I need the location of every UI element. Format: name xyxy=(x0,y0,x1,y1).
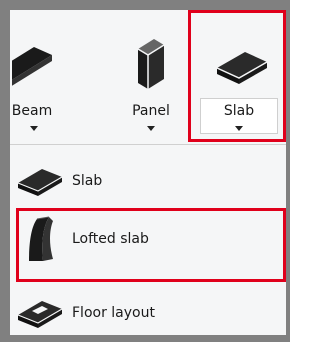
app-frame: Beam Panel Slab Slab Lofted slab Floor l… xyxy=(0,0,290,342)
menu-item-label: Floor layout xyxy=(72,305,155,321)
beam-icon xyxy=(10,30,74,100)
slab-highlight-box xyxy=(188,10,286,142)
lofted-slab-highlight-box xyxy=(16,208,286,282)
menu-item-slab[interactable]: Slab xyxy=(10,154,286,208)
beam-button[interactable]: Beam xyxy=(10,10,74,144)
panel-label: Panel xyxy=(132,103,170,119)
window-border xyxy=(0,0,290,10)
floor-layout-icon xyxy=(10,286,72,340)
chevron-down-icon xyxy=(147,126,155,131)
slab-icon xyxy=(10,154,72,208)
panel-icon xyxy=(110,30,192,100)
window-border xyxy=(286,0,290,342)
beam-label: Beam xyxy=(11,103,53,119)
menu-item-label: Slab xyxy=(72,173,103,189)
panel-button[interactable]: Panel xyxy=(110,10,192,144)
menu-item-floor-layout[interactable]: Floor layout xyxy=(10,286,286,340)
chevron-down-icon xyxy=(30,126,38,131)
window-border xyxy=(0,0,10,342)
